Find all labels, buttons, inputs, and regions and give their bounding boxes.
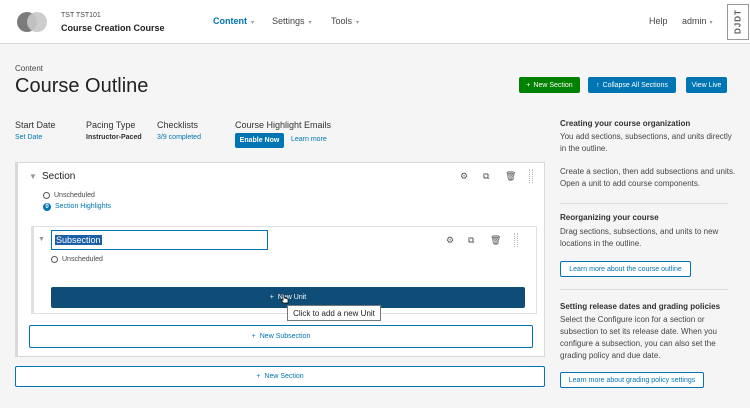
checklists-label: Checklists [157,120,199,130]
learn-grading-button[interactable]: Learn more about grading policy settings [560,372,704,388]
sidebar-heading-reorganizing: Reorganizing your course [560,213,659,222]
subsection-title-input[interactable]: Subsection [51,230,268,250]
arrow-up-icon: ↑ [596,81,600,89]
sidebar-text: You add sections, subsections, and units… [560,132,732,153]
caret-down-icon[interactable]: ▼ [38,236,45,243]
sidebar-text: Select the Configure icon for a section … [560,315,717,360]
course-number: TST TST101 [61,12,101,19]
section-status: Unscheduled [54,192,95,199]
sidebar-heading-organization: Creating your course organization [560,119,691,128]
nav-tools[interactable]: Tools ▾ [331,16,359,26]
sidebar-text: Create a section, then add subsections a… [560,167,736,188]
chevron-down-icon: ▾ [308,20,312,26]
user-menu[interactable]: admin ▾ [682,16,713,26]
trash-icon[interactable]: 🗑 [490,235,501,246]
sidebar-text: Drag sections, subsections, and units to… [560,227,719,248]
checklists-link[interactable]: 3/9 completed [157,134,201,141]
debug-toolbar-handle[interactable]: DJDT [727,4,749,40]
chevron-down-icon: ▾ [251,20,255,26]
drag-handle[interactable] [529,169,533,183]
learn-more-link[interactable]: Learn more [291,136,327,143]
trash-icon[interactable]: 🗑 [505,171,516,182]
chevron-down-icon: ▾ [356,20,360,26]
page-subtitle: Content [15,64,44,73]
clock-icon [43,192,50,199]
page-title: Course Outline [15,75,149,97]
caret-down-icon[interactable]: ▼ [29,172,37,181]
subsection-status: Unscheduled [62,256,103,263]
hand-cursor-icon [280,294,289,304]
help-link[interactable]: Help [649,16,668,26]
pacing-type-label: Pacing Type [86,120,136,130]
enable-now-button[interactable]: Enable Now [235,133,284,148]
chevron-down-icon: ▾ [709,20,713,26]
learn-outline-button[interactable]: Learn more about the course outline [560,261,691,277]
plus-icon: + [526,81,531,89]
divider [560,203,728,204]
divider [560,289,728,290]
duplicate-icon[interactable]: ⧉ [483,171,489,182]
duplicate-icon[interactable]: ⧉ [468,235,474,246]
new-unit-tooltip: Click to add a new Unit [287,305,381,321]
section-title[interactable]: Section [42,171,75,182]
plus-icon: + [269,294,274,301]
top-header: TST TST101 Course Creation Course Conten… [0,0,750,44]
highlight-emails-label: Course Highlight Emails [235,120,332,130]
nav-settings[interactable]: Settings ▾ [272,16,312,26]
gear-icon[interactable]: ⚙ [446,235,454,246]
start-date-label: Start Date [15,120,56,130]
plus-icon: + [251,333,256,340]
new-section-button[interactable]: + New Section [519,77,580,93]
collapse-all-button[interactable]: ↑ Collapse All Sections [588,77,676,93]
sidebar-heading-release-dates: Setting release dates and grading polici… [560,302,721,311]
drag-handle[interactable] [514,233,518,247]
gear-icon[interactable]: ⚙ [460,171,468,182]
view-live-button[interactable]: View Live [686,77,727,93]
clock-icon [51,256,58,263]
new-subsection-button[interactable]: + New Subsection [29,325,533,348]
site-logo[interactable] [17,12,47,32]
new-section-bottom-button[interactable]: + New Section [15,366,545,387]
set-date-link[interactable]: Set Date [15,134,42,141]
nav-content[interactable]: Content ▾ [213,16,254,26]
pacing-type-value: Instructor-Paced [86,134,142,141]
section-highlights-link[interactable]: Section Highlights [55,203,111,210]
plus-icon: + [256,373,261,380]
highlights-count-badge: 0 [43,203,51,211]
course-name[interactable]: Course Creation Course [61,23,165,33]
